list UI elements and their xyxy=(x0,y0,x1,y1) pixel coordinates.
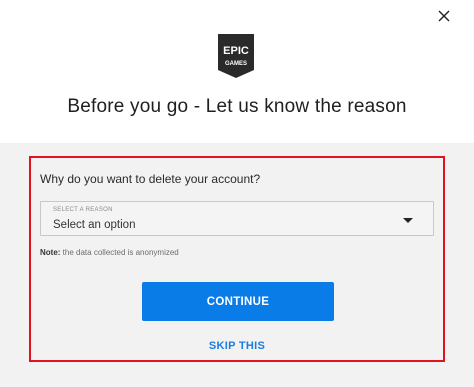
anonymized-note: Note: the data collected is anonymized xyxy=(40,248,179,257)
note-text: the data collected is anonymized xyxy=(60,248,179,257)
select-label: SELECT A REASON xyxy=(53,207,113,213)
skip-link[interactable]: SKIP THIS xyxy=(0,340,474,352)
epic-games-logo: EPIC GAMES xyxy=(216,32,256,80)
close-button[interactable] xyxy=(432,4,456,28)
note-prefix: Note: xyxy=(40,248,61,257)
reason-select[interactable]: SELECT A REASON Select an option xyxy=(40,201,434,236)
dialog-title: Before you go - Let us know the reason xyxy=(67,96,407,117)
chevron-down-icon xyxy=(403,218,413,223)
logo-line1: EPIC xyxy=(223,45,249,57)
continue-button[interactable]: CONTINUE xyxy=(142,282,334,321)
delete-reason-question: Why do you want to delete your account? xyxy=(40,172,261,186)
select-value: Select an option xyxy=(53,219,136,231)
highlight-box xyxy=(29,156,445,362)
logo-line2: GAMES xyxy=(225,61,247,67)
close-icon xyxy=(438,10,450,22)
